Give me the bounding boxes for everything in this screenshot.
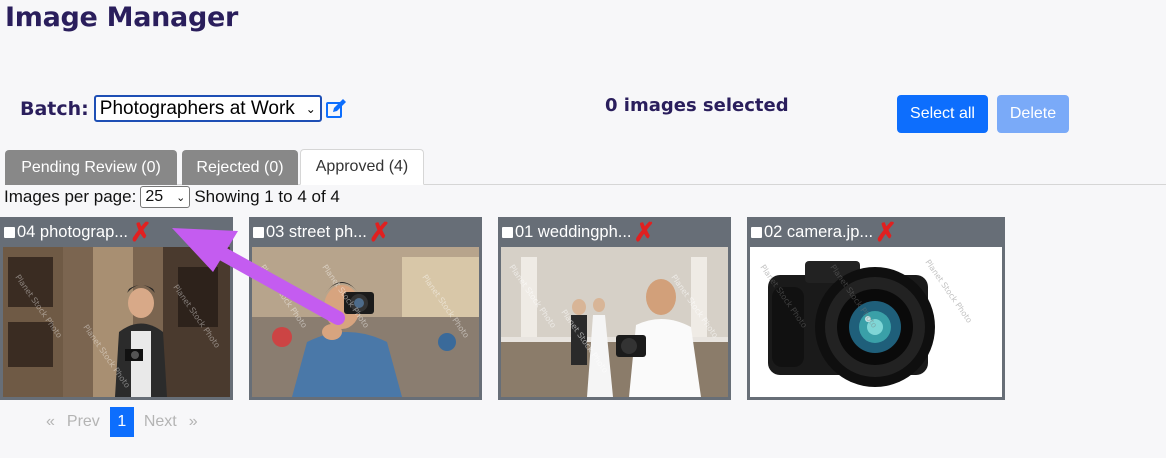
image-thumbnail[interactable]: Planet Stock Photo Planet Stock Photo Pl…: [3, 247, 230, 397]
image-filename: 02 camera.jp...: [764, 222, 874, 241]
page-title: Image Manager: [5, 2, 239, 33]
image-filename: 03 street ph...: [266, 222, 367, 241]
edit-icon[interactable]: [325, 98, 347, 120]
remove-icon[interactable]: ✗: [130, 219, 152, 245]
next-page-link[interactable]: Next: [138, 407, 183, 437]
per-page-select[interactable]: 25 ⌄: [140, 186, 191, 208]
remove-icon[interactable]: ✗: [875, 219, 897, 245]
card-header: 03 street ph... ✗: [249, 217, 482, 247]
first-page-icon[interactable]: «: [40, 407, 61, 437]
image-card[interactable]: 01 weddingph... ✗ Planet Stock Photo Pla…: [498, 217, 731, 400]
tab-rejected[interactable]: Rejected (0): [182, 150, 298, 185]
pagination: « Prev 1 Next »: [40, 407, 204, 437]
image-filename: 04 photograp...: [17, 222, 129, 241]
image-card[interactable]: 03 street ph... ✗ Planet Stock Photo Pla…: [249, 217, 482, 400]
tab-approved[interactable]: Approved (4): [300, 149, 424, 185]
batch-label: Batch:: [20, 97, 89, 120]
remove-icon[interactable]: ✗: [369, 219, 391, 245]
select-checkbox[interactable]: [4, 226, 15, 238]
card-header: 04 photograp... ✗: [0, 217, 233, 247]
per-page-value: 25: [145, 188, 164, 205]
last-page-icon[interactable]: »: [183, 407, 204, 437]
batch-select-value: Photographers at Work: [99, 97, 295, 119]
select-checkbox[interactable]: [751, 226, 762, 238]
card-header: 01 weddingph... ✗: [498, 217, 731, 247]
batch-row: Batch: Photographers at Work ⌄: [20, 95, 347, 122]
showing-text: Showing 1 to 4 of 4: [194, 187, 340, 206]
tab-pending-review[interactable]: Pending Review (0): [5, 150, 177, 185]
remove-icon[interactable]: ✗: [634, 219, 656, 245]
status-tabs: Pending Review (0) Rejected (0) Approved…: [5, 149, 1166, 185]
image-thumbnail[interactable]: Planet Stock Photo Planet Stock Photo Pl…: [252, 247, 479, 397]
image-thumbnail[interactable]: Planet Stock Photo Planet Stock Photo Pl…: [501, 247, 728, 397]
select-all-button[interactable]: Select all: [897, 95, 988, 133]
per-page-label: Images per page:: [4, 187, 137, 206]
chevron-down-icon: ⌄: [305, 101, 316, 116]
current-page[interactable]: 1: [109, 407, 134, 437]
image-card[interactable]: 02 camera.jp... ✗ Planet Stock Photo Pla…: [747, 217, 1005, 400]
per-page-row: Images per page: 25 ⌄ Showing 1 to 4 of …: [4, 186, 340, 208]
prev-page-link[interactable]: Prev: [61, 407, 106, 437]
image-filename: 01 weddingph...: [515, 222, 632, 241]
image-card[interactable]: 04 photograp... ✗ Planet Stock Photo Pla…: [0, 217, 233, 400]
batch-select[interactable]: Photographers at Work ⌄: [93, 95, 322, 122]
image-thumbnail[interactable]: Planet Stock Photo Planet Stock Photo Pl…: [750, 247, 1002, 397]
delete-button[interactable]: Delete: [997, 95, 1069, 133]
selected-count: 0 images selected: [605, 95, 789, 116]
card-header: 02 camera.jp... ✗: [747, 217, 1005, 247]
chevron-down-icon: ⌄: [176, 191, 186, 204]
select-checkbox[interactable]: [502, 226, 513, 238]
select-checkbox[interactable]: [253, 226, 264, 238]
